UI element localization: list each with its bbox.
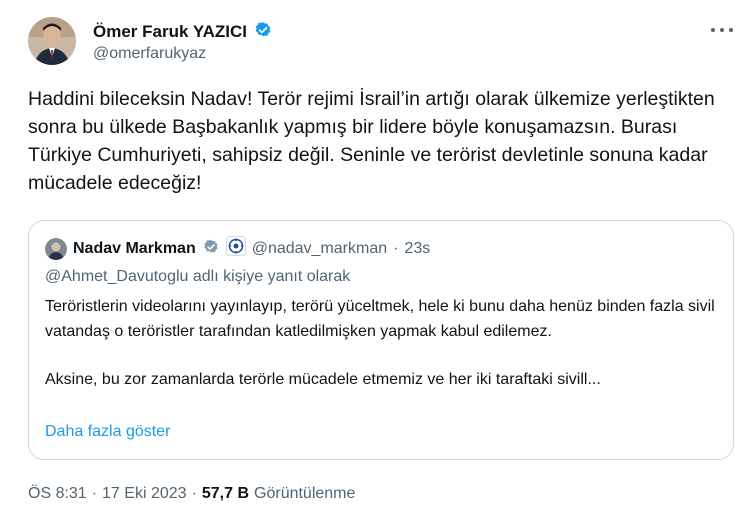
tweet-meta: ÖS 8:31 · 17 Eki 2023 · 57,7 B Görüntüle…: [28, 485, 355, 503]
reply-context: @Ahmet_Davutoglu adlı kişiye yanıt olara…: [45, 268, 351, 285]
view-count-label: Görüntülenme: [254, 485, 356, 502]
author-avatar[interactable]: [28, 17, 76, 65]
author-handle[interactable]: @omerfarukyaz: [93, 45, 206, 63]
author-name[interactable]: Ömer Faruk YAZICI: [93, 22, 247, 42]
separator-dot: ·: [191, 485, 197, 502]
quoted-tweet[interactable]: Nadav Markman @nadav_markman · 23s @Ahme…: [28, 220, 734, 460]
quoted-author-avatar: [45, 237, 67, 260]
organization-badge-icon: [225, 236, 246, 261]
tweet-date[interactable]: 17 Eki 2023: [102, 485, 187, 503]
show-more-link[interactable]: Daha fazla göster: [45, 423, 170, 441]
quoted-paragraph-2: Aksine, bu zor zamanlarda terörle mücade…: [45, 371, 601, 388]
verified-badge-icon: [202, 237, 220, 260]
tweet-text: Haddini bileceksin Nadav! Terör rejimi İ…: [28, 88, 715, 194]
quoted-tweet-header: Nadav Markman @nadav_markman · 23s: [45, 236, 430, 261]
separator-dot: ·: [393, 239, 399, 257]
view-count: 57,7 B: [201, 485, 250, 502]
quoted-author-name: Nadav Markman: [73, 239, 196, 257]
more-options-icon[interactable]: [711, 22, 733, 38]
quoted-paragraph-1: Teröristlerin videolarını yayınlayıp, te…: [45, 298, 715, 340]
separator-dot: ·: [91, 485, 98, 502]
quoted-tweet-time: 23s: [404, 239, 431, 257]
quoted-author-handle: @nadav_markman: [251, 239, 388, 257]
tweet-time[interactable]: ÖS 8:31: [28, 485, 87, 503]
quoted-tweet-body: Teröristlerin videolarını yayınlayıp, te…: [45, 295, 725, 393]
verified-badge-icon: [253, 19, 273, 44]
author-name-row: Ömer Faruk YAZICI: [93, 19, 273, 44]
